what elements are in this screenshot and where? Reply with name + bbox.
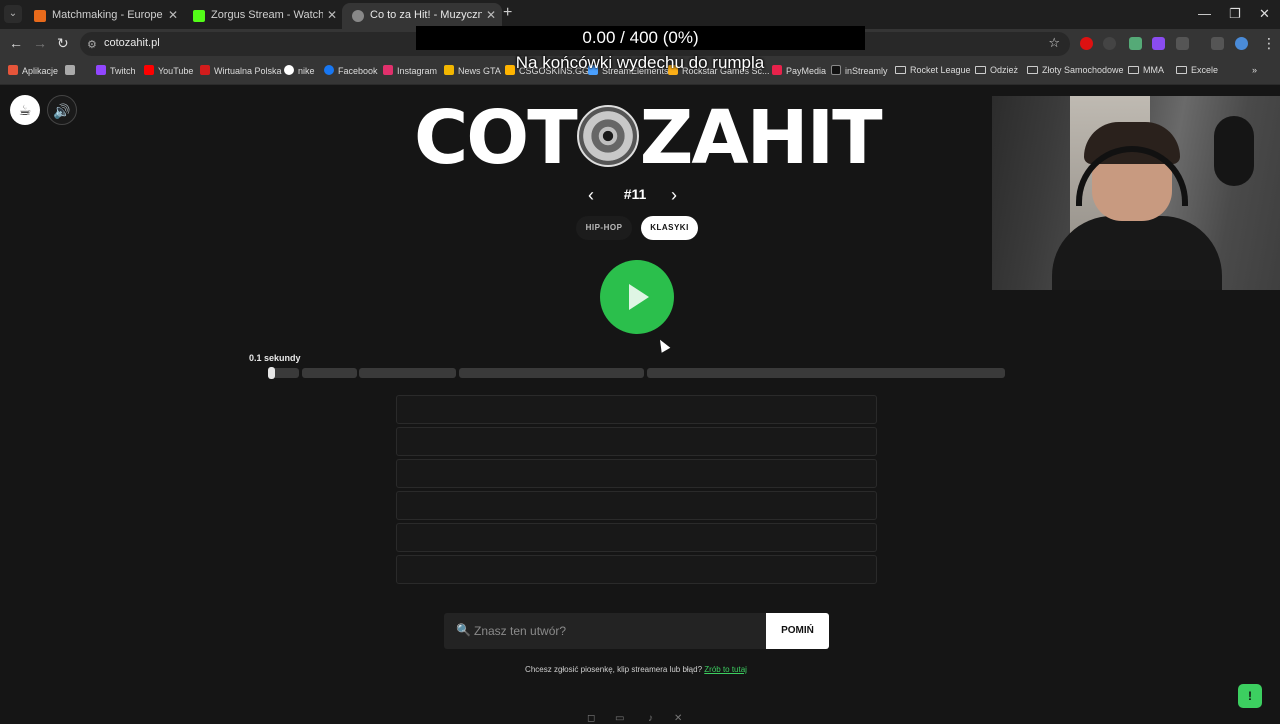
faceit-favicon-icon [34,10,46,22]
bookmark-folder-odziez[interactable]: Odzież [975,65,1018,75]
logo-text-left: COT [414,95,578,181]
tab-title: Co to za Hit! - Muzyczny Q [370,9,482,21]
back-icon[interactable]: ← [9,35,23,51]
grid-icon [65,65,75,75]
profile-avatar-icon[interactable] [1235,37,1248,50]
tab-title: Zorgus Stream - Watch Live on [211,9,323,21]
x-twitter-icon[interactable]: ✕ [674,713,682,724]
apps-grid-icon [8,65,18,75]
round-number: #11 [623,186,647,202]
tab-zorgus-stream[interactable]: Zorgus Stream - Watch Live on ✕ [183,3,343,29]
song-search-input[interactable] [474,613,759,649]
youtube-icon [144,65,154,75]
progress-segment [647,368,1005,378]
tab-search-button[interactable]: ⌄ [4,5,22,23]
bookmark-facebook[interactable]: Facebook [324,65,378,76]
play-button[interactable] [600,260,674,334]
nike-icon [284,65,294,75]
guess-slot [396,459,877,488]
reload-icon[interactable]: ↻ [57,35,69,52]
bookmark-youtube[interactable]: YouTube [144,65,193,76]
song-search: 🔍 [444,613,766,649]
folder-icon [1027,66,1038,74]
guess-slot [396,523,877,552]
genre-hip-hop[interactable]: HIP-HOP [576,216,632,240]
guess-slot [396,491,877,520]
progress-segment [359,368,456,378]
bookmark-folder-zloty[interactable]: Złoty Samochodowe [1027,65,1124,75]
progress-segment [459,368,644,378]
minimize-icon[interactable]: — [1198,6,1211,21]
microphone-icon [1214,116,1254,186]
twitch-icon [96,65,106,75]
close-icon[interactable]: ✕ [486,8,496,22]
audio-favicon-icon [352,10,364,22]
menu-kebab-icon[interactable]: ⋮ [1262,35,1276,52]
facebook-icon [324,65,334,75]
coffee-icon[interactable]: ☕ [10,95,40,125]
site-logo: COT ZAHIT [414,101,883,175]
mouse-cursor-icon [655,337,671,353]
vinyl-disc-icon [576,105,639,167]
report-link[interactable]: Zrób to tutaj [704,665,747,674]
progress-segment [302,368,357,378]
feedback-widget-icon[interactable]: ! [1238,684,1262,708]
folder-icon [1128,66,1139,74]
genre-klasyki[interactable]: KLASYKI [641,216,698,240]
more-bookmarks-icon[interactable]: » [1252,65,1257,75]
donation-goal-bar: 0.00 / 400 (0%) [416,26,865,50]
progress-current-marker [268,367,275,379]
seconds-label: 0.1 sekundy [249,353,301,363]
search-icon: 🔍 [456,623,471,637]
skip-button[interactable]: POMIŃ [766,613,829,649]
guess-slot [396,395,877,424]
extensions-puzzle-icon[interactable] [1176,37,1189,50]
close-icon[interactable]: ✕ [327,8,337,22]
youtube-icon[interactable]: ▭ [615,713,624,724]
volume-icon[interactable]: 🔊 [47,95,77,125]
logo-text-right: ZAHIT [639,95,883,181]
extension-counter-icon[interactable] [1129,37,1142,50]
bookmark-aplikacje[interactable]: Aplikacje [8,65,58,76]
bookmark-twitch[interactable]: Twitch [96,65,136,76]
webcam-person-shirt [1052,216,1222,290]
extension-gray-icon[interactable] [1103,37,1116,50]
kick-favicon-icon [193,10,205,22]
bookmark-nike[interactable]: nike [284,65,315,76]
stream-subtitle: Na końcówki wydechu do rumpla [515,53,765,72]
close-window-icon[interactable]: ✕ [1259,6,1270,22]
url-text: cotozahit.pl [104,37,160,49]
tab-strip: ⌄ Matchmaking - Europe 5v5 Qu ✕ Zorgus S… [0,0,1280,29]
folder-icon [975,66,986,74]
restore-icon[interactable]: ❐ [1229,6,1241,22]
report-line: Chcesz zgłosić piosenkę, klip streamera … [400,665,872,674]
bookmark-folder-rocket-league[interactable]: Rocket League [895,65,971,75]
close-icon[interactable]: ✕ [168,8,178,22]
site-info-icon[interactable]: ⚙ [87,38,97,51]
bookmark-wirtualna-polska[interactable]: Wirtualna Polska [200,65,282,76]
report-text: Chcesz zgłosić piosenkę, klip streamera … [525,665,703,674]
tab-title: Matchmaking - Europe 5v5 Qu [52,9,164,21]
guess-slot [396,427,877,456]
bookmark-grid[interactable] [65,65,79,76]
bookmark-folder-mma[interactable]: MMA [1128,65,1164,75]
guess-slot [396,555,877,584]
streamer-webcam [992,96,1280,290]
extension-red-icon[interactable] [1080,37,1093,50]
chevron-right-icon[interactable]: › [671,185,677,206]
media-controls-icon[interactable] [1211,37,1224,50]
bookmark-star-icon[interactable]: ☆ [1048,35,1060,51]
extension-purple-icon[interactable] [1152,37,1165,50]
tab-matchmaking[interactable]: Matchmaking - Europe 5v5 Qu ✕ [24,3,184,29]
chevron-left-icon[interactable]: ‹ [588,185,594,206]
tiktok-icon[interactable]: ♪ [648,713,653,724]
new-tab-button[interactable]: + [503,4,512,22]
wp-icon [200,65,210,75]
bookmark-folder-excele[interactable]: Excele [1176,65,1218,75]
folder-icon [1176,66,1187,74]
forward-icon[interactable]: → [33,35,47,51]
instagram-icon[interactable]: ◻ [587,713,595,724]
